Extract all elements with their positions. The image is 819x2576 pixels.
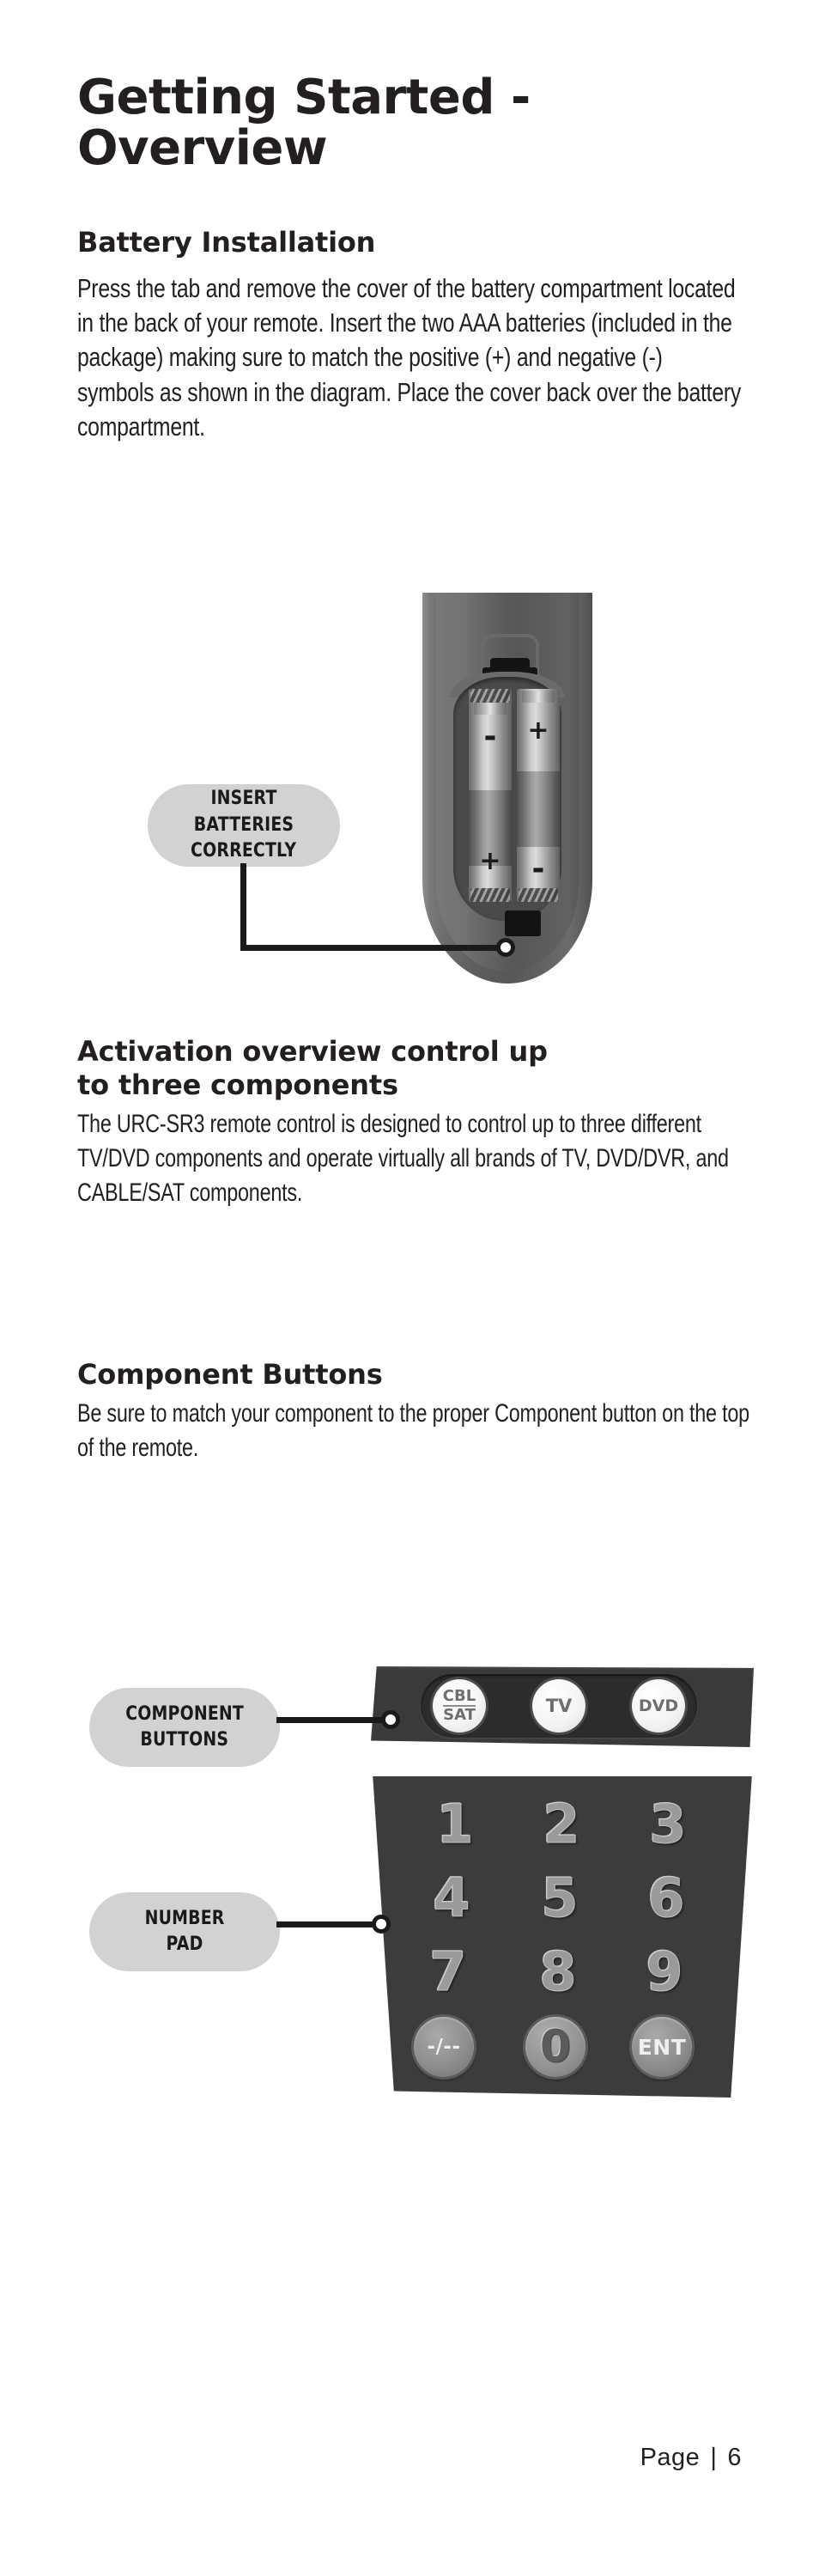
callout-insert-batteries-line1: INSERT BATTERIES [193, 788, 294, 836]
section-heading-component-buttons: Component Buttons [77, 1358, 383, 1391]
component-button-dvd-label: DVD [638, 1696, 679, 1715]
battery-left-bottom-contact [470, 888, 510, 902]
section-heading-activation-overview: Activation overview control up to three … [77, 1035, 755, 1102]
section-component-buttons: Component Buttons Be sure to match your … [77, 1327, 755, 1465]
callout-insert-batteries-line2: CORRECTLY [191, 840, 297, 862]
battery-left: - + [469, 689, 512, 902]
component-buttons-well: CBL SAT TV DVD [421, 1674, 697, 1738]
battery-right-bottom-polarity: - [531, 851, 545, 886]
number-key-8[interactable]: 8 [519, 1940, 598, 2005]
callout-leader-line-numberpad [276, 1921, 380, 1927]
number-key-7[interactable]: 7 [409, 1940, 488, 2005]
callout-leader-line-component [276, 1717, 390, 1723]
callout-leader-line-vertical [240, 863, 246, 951]
number-key-minus-dash[interactable]: -/-- [414, 2017, 474, 2077]
component-button-cbl-sat-line1: CBL [442, 1687, 476, 1707]
section-body-activation-overview: The URC-SR3 remote control is designed t… [77, 1110, 729, 1207]
number-key-3[interactable]: 3 [628, 1792, 707, 1857]
callout-number-pad-line1: NUMBER [144, 1907, 225, 1929]
battery-left-top-contact [470, 689, 510, 703]
number-pad-grid: 1 2 3 4 5 6 7 8 9 -/-- 0 ENT [414, 1792, 707, 2082]
number-pad-panel: 1 2 3 4 5 6 7 8 9 -/-- 0 ENT [373, 1776, 752, 2098]
callout-leader-line-horizontal [240, 945, 507, 951]
section-body-battery-installation: Press the tab and remove the cover of th… [77, 272, 742, 442]
component-button-dvd[interactable]: DVD [632, 1679, 685, 1733]
number-key-9[interactable]: 9 [625, 1940, 704, 2005]
battery-contact-plate [505, 910, 541, 936]
component-buttons-panel: CBL SAT TV DVD [371, 1666, 754, 1747]
component-button-tv[interactable]: TV [532, 1679, 585, 1733]
battery-right: + - [517, 689, 560, 902]
callout-number-pad: NUMBER PAD [89, 1892, 280, 1971]
callout-component-buttons-line2: BUTTONS [140, 1729, 229, 1751]
number-key-2[interactable]: 2 [522, 1792, 601, 1857]
battery-right-bottom-contact [519, 888, 558, 902]
callout-insert-batteries: INSERT BATTERIES CORRECTLY [148, 784, 340, 867]
component-button-cbl-sat-line2: SAT [443, 1706, 476, 1724]
component-button-tv-label: TV [545, 1695, 573, 1716]
number-key-6[interactable]: 6 [627, 1866, 706, 1931]
callout-anchor-dot-numberpad [372, 1915, 391, 1934]
section-body-component-buttons: Be sure to match your component to the p… [77, 1399, 749, 1462]
battery-left-cap [474, 703, 507, 715]
page-title: Getting Started - Overview [77, 70, 531, 176]
number-key-enter[interactable]: ENT [632, 2017, 692, 2077]
battery-right-top-polarity: + [527, 716, 549, 746]
number-key-0[interactable]: 0 [525, 2017, 585, 2077]
document-page: Getting Started - Overview Battery Insta… [0, 0, 819, 2576]
component-button-cbl-sat[interactable]: CBL SAT [433, 1679, 486, 1733]
section-activation-overview: Activation overview control up to three … [77, 1035, 755, 1210]
callout-component-buttons: COMPONENT BUTTONS [89, 1688, 280, 1767]
section-heading-activation-line1: Activation overview control up [77, 1035, 548, 1068]
battery-installation-diagram: - + + - [0, 593, 819, 996]
callout-anchor-dot-batteries [496, 938, 515, 957]
footer-page-word: Page [640, 2444, 701, 2471]
section-heading-battery-installation: Battery Installation [77, 225, 376, 259]
battery-right-band [517, 771, 560, 847]
battery-left-top-polarity: - [483, 719, 497, 754]
battery-left-bottom-polarity: + [479, 846, 501, 876]
footer-separator: | [710, 2444, 718, 2471]
footer-page-number: 6 [727, 2444, 742, 2471]
number-key-5[interactable]: 5 [520, 1866, 599, 1931]
number-key-1[interactable]: 1 [416, 1792, 494, 1857]
number-key-4[interactable]: 4 [412, 1866, 491, 1931]
page-footer: Page | 6 [640, 2444, 742, 2472]
callout-component-buttons-line1: COMPONENT [125, 1702, 244, 1725]
section-heading-activation-line2: to three components [77, 1069, 398, 1102]
battery-right-cap [522, 691, 555, 703]
callout-number-pad-line2: PAD [166, 1934, 203, 1955]
callout-anchor-dot-component [381, 1710, 400, 1729]
